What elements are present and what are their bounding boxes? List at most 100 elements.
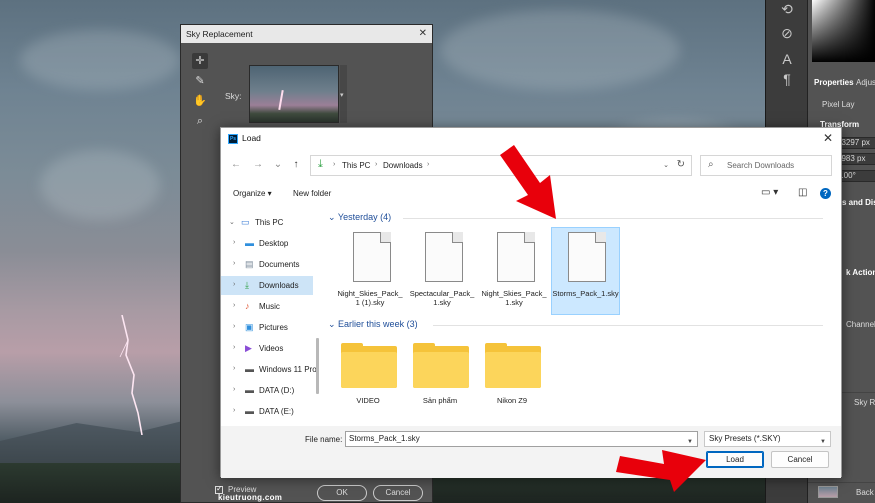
help-icon[interactable]: ? [820, 188, 831, 199]
nav-label: Desktop [259, 239, 289, 248]
cloud-shape [440, 10, 680, 90]
refresh-icon[interactable]: ↻ [677, 159, 685, 170]
red-arrow-icon [616, 450, 706, 492]
desktop-icon: ▬ [245, 238, 254, 248]
nav-item-desktop[interactable]: › ▬ Desktop [221, 234, 313, 253]
folder-item[interactable]: Nikon Z9 [479, 342, 545, 412]
folder-icon-front [413, 352, 469, 388]
sky-label: Sky: [225, 91, 242, 101]
drive-icon: ▬ [245, 364, 254, 374]
file-type-select[interactable]: Sky Presets (*.SKY) ▼ [704, 431, 831, 447]
cancel-button[interactable]: Cancel [771, 451, 829, 468]
file-item[interactable]: Night_Skies_Pack_1.sky [481, 228, 547, 316]
organize-button[interactable]: Organize ▾ [233, 189, 272, 198]
chevron-right-icon[interactable]: › [233, 260, 235, 267]
ok-button[interactable]: OK [317, 485, 367, 501]
layer-row-background[interactable]: Back [808, 482, 875, 500]
search-box[interactable]: ⌕ Search Downloads [700, 155, 832, 176]
lightning-icon [119, 315, 143, 435]
chevron-right-icon[interactable]: › [233, 302, 235, 309]
dialog-footer: File name: Storms_Pack_1.sky ▼ Sky Prese… [221, 426, 841, 478]
videos-icon: ▶ [245, 343, 252, 353]
chevron-down-icon[interactable]: ⌄ [229, 218, 235, 226]
nav-label: Pictures [259, 323, 288, 332]
music-icon: ♪ [245, 301, 250, 311]
new-folder-button[interactable]: New folder [293, 189, 331, 198]
nav-item-data-d[interactable]: › ▬ DATA (D:) [221, 381, 313, 400]
sky-brush-icon[interactable]: ✎ [192, 73, 208, 89]
layer-name: Back [856, 488, 874, 497]
file-item-selected[interactable]: Storms_Pack_1.sky [551, 227, 620, 315]
chevron-right-icon[interactable]: › [233, 386, 235, 393]
chevron-right-icon[interactable]: › [233, 407, 235, 414]
red-arrow-icon [500, 145, 556, 219]
chevron-down-icon: ▼ [820, 439, 826, 445]
forward-arrow-icon[interactable]: → [251, 157, 265, 173]
nav-item-videos[interactable]: › ▶ Videos [221, 339, 313, 358]
nav-item-documents[interactable]: › ▤ Documents [221, 255, 313, 274]
tab-adjustments[interactable]: Adjus [856, 78, 875, 87]
sky-preview-thumbnail[interactable] [249, 65, 339, 123]
chevron-right-icon[interactable]: › [233, 239, 235, 246]
file-name: Spectacular_Pack_1.sky [409, 289, 475, 307]
navigation-pane: ⌄ ▭ This PC › ▬ Desktop › ▤ Documents › … [221, 208, 321, 426]
breadcrumb-this-pc[interactable]: This PC [342, 161, 370, 170]
close-icon[interactable]: ✕ [419, 25, 427, 43]
type-icon[interactable]: A [776, 50, 798, 68]
file-item[interactable]: Spectacular_Pack_1.sky [409, 228, 475, 316]
sky-tool-strip: ✛ ✎ ✋ ⌕ [191, 53, 209, 143]
pictures-icon: ▣ [245, 322, 254, 332]
tab-properties[interactable]: Properties [814, 78, 854, 87]
nav-item-music[interactable]: › ♪ Music [221, 297, 313, 316]
nav-item-this-pc[interactable]: ⌄ ▭ This PC [221, 213, 313, 232]
folder-item[interactable]: Sản phẩm [407, 342, 473, 412]
paragraph-icon[interactable]: ¶ [776, 70, 798, 88]
breadcrumb-separator: › [333, 161, 336, 168]
search-placeholder: Search Downloads [727, 161, 795, 170]
layer-thumbnail [818, 486, 838, 498]
breadcrumb-downloads[interactable]: Downloads [383, 161, 423, 170]
chevron-right-icon[interactable]: › [233, 281, 235, 288]
zoom-icon[interactable]: ⌕ [192, 113, 208, 129]
quick-actions-heading: k Actions [846, 268, 875, 277]
preview-pane-icon[interactable]: ◫ [798, 187, 807, 198]
load-button[interactable]: Load [706, 451, 764, 468]
tab-channels[interactable]: Channels [846, 320, 875, 329]
nav-item-downloads[interactable]: › ⤓ Downloads [221, 276, 313, 295]
pixel-layer-label: Pixel Lay [822, 100, 855, 109]
nav-item-pictures[interactable]: › ▣ Pictures [221, 318, 313, 337]
chevron-down-icon[interactable]: ⌄ [271, 157, 285, 173]
cloud-shape [40, 150, 160, 220]
move-icon[interactable]: ✛ [192, 53, 208, 69]
file-name-value: Storms_Pack_1.sky [349, 434, 420, 443]
folder-name: Sản phẩm [422, 396, 458, 405]
history-icon[interactable]: ⟲ [776, 0, 798, 18]
hand-icon[interactable]: ✋ [192, 93, 208, 109]
nav-label: DATA (E:) [259, 407, 294, 416]
back-arrow-icon[interactable]: ← [229, 157, 243, 173]
chevron-right-icon[interactable]: › [233, 344, 235, 351]
chevron-down-icon: ⌄ [328, 319, 339, 329]
cancel-button[interactable]: Cancel [373, 485, 423, 501]
group-divider [433, 325, 823, 326]
nav-item-data-e[interactable]: › ▬ DATA (E:) [221, 402, 313, 421]
file-type-value: Sky Presets (*.SKY) [709, 434, 781, 443]
group-header-yesterday[interactable]: ⌄ Yesterday (4) [328, 212, 391, 223]
chevron-right-icon[interactable]: › [233, 365, 235, 372]
up-arrow-icon[interactable]: ↑ [289, 157, 303, 173]
group-label: Yesterday (4) [337, 212, 392, 222]
group-header-earlier[interactable]: ⌄ Earlier this week (3) [328, 319, 418, 330]
nav-item-windows-drive[interactable]: › ▬ Windows 11 Pro [221, 360, 317, 379]
chevron-right-icon[interactable]: › [233, 323, 235, 330]
close-icon[interactable]: ✕ [823, 131, 833, 145]
chevron-down-icon[interactable]: ⌄ [663, 161, 669, 169]
nav-scrollbar[interactable] [316, 338, 319, 394]
color-picker[interactable] [812, 0, 875, 62]
file-item[interactable]: Night_Skies_Pack_1 (1).sky [337, 228, 403, 316]
cloud-shape [20, 30, 180, 90]
watermark-text: kieutruong.com [218, 493, 283, 502]
view-options-icon[interactable]: ▭ ▾ [761, 187, 778, 198]
chevron-down-icon[interactable]: ▾ [340, 91, 344, 99]
brush-icon[interactable]: ⊘ [776, 24, 798, 42]
folder-item[interactable]: VIDEO [335, 342, 401, 412]
